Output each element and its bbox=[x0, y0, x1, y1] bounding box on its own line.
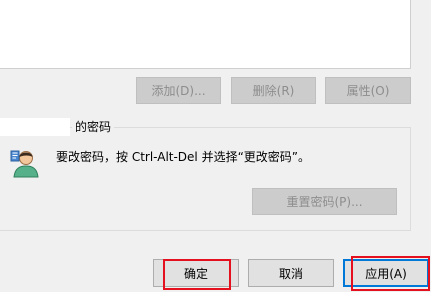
ok-button-highlight bbox=[163, 259, 231, 290]
password-group-box bbox=[0, 127, 411, 231]
cancel-button[interactable]: 取消 bbox=[248, 259, 334, 287]
password-group-legend: 的密码 bbox=[72, 120, 115, 134]
add-button[interactable]: 添加(D)... bbox=[136, 77, 221, 104]
apply-button-highlight bbox=[351, 256, 430, 291]
remove-button[interactable]: 删除(R) bbox=[231, 77, 316, 104]
redacted-username bbox=[0, 118, 70, 136]
user-icon bbox=[10, 150, 39, 178]
change-password-instruction: 要改密码，按 Ctrl-Alt-Del 并选择“更改密码”。 bbox=[56, 150, 311, 164]
properties-button[interactable]: 属性(O) bbox=[325, 77, 411, 104]
reset-password-button[interactable]: 重置密码(P)... bbox=[252, 188, 397, 215]
users-list-panel[interactable] bbox=[0, 0, 411, 69]
